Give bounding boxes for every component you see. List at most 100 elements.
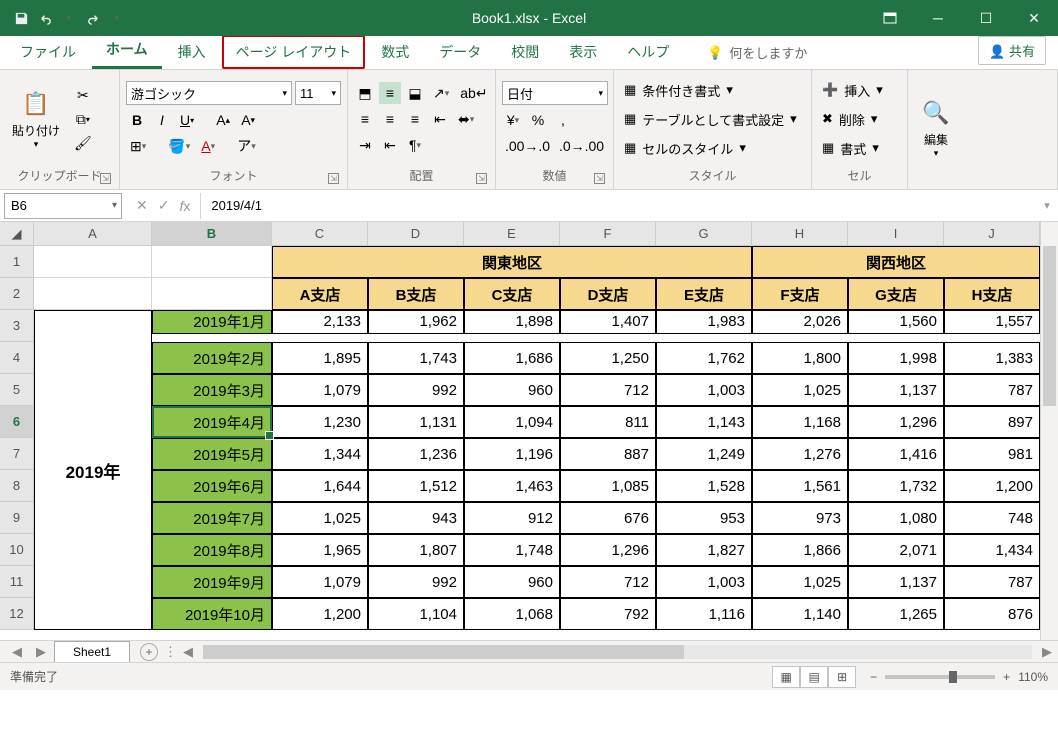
- cell[interactable]: 973: [752, 502, 848, 534]
- cell[interactable]: 2019年7月: [152, 502, 272, 534]
- align-center-icon[interactable]: ≡: [379, 108, 401, 130]
- col-header-J[interactable]: J: [944, 222, 1040, 246]
- scroll-left-icon[interactable]: ◀: [183, 644, 193, 660]
- undo-dropdown[interactable]: [60, 9, 78, 27]
- sheet-tab[interactable]: Sheet1: [54, 641, 130, 662]
- cell[interactable]: 1,434: [944, 534, 1040, 566]
- cell[interactable]: 1,137: [848, 566, 944, 598]
- insert-cells-button[interactable]: ➕挿入 ▾: [818, 79, 887, 102]
- cell[interactable]: 1,168: [752, 406, 848, 438]
- shrink-font-button[interactable]: A▾: [237, 109, 259, 131]
- column-headers[interactable]: ABCDEFGHIJ: [34, 222, 1040, 246]
- cell[interactable]: 1,079: [272, 566, 368, 598]
- cell[interactable]: 1,762: [656, 342, 752, 374]
- cell[interactable]: 1,898: [464, 310, 560, 334]
- cell[interactable]: 1,407: [560, 310, 656, 334]
- row-header-4[interactable]: 4: [0, 342, 33, 374]
- close-icon[interactable]: ✕: [1010, 0, 1058, 36]
- increase-decimal-icon[interactable]: .00→.0: [502, 135, 553, 157]
- cancel-formula-icon[interactable]: ✕: [136, 197, 148, 214]
- cell[interactable]: 1,236: [368, 438, 464, 470]
- cell[interactable]: 1,512: [368, 470, 464, 502]
- col-header-I[interactable]: I: [848, 222, 944, 246]
- tell-me[interactable]: 💡何をしますか: [707, 36, 807, 69]
- tab-formulas[interactable]: 数式: [367, 35, 423, 69]
- conditional-formatting-button[interactable]: ▦条件付き書式 ▾: [620, 79, 801, 102]
- italic-button[interactable]: I: [151, 109, 173, 131]
- cell[interactable]: 876: [944, 598, 1040, 630]
- select-all-corner[interactable]: ◢: [0, 222, 34, 246]
- cell[interactable]: G支店: [848, 278, 944, 310]
- cell[interactable]: 1,196: [464, 438, 560, 470]
- cell[interactable]: 1,296: [560, 534, 656, 566]
- decrease-indent-icon[interactable]: ⇤: [429, 108, 451, 130]
- wrap-text-icon[interactable]: ab↵: [456, 82, 491, 104]
- row-header-1[interactable]: 1: [0, 246, 33, 278]
- format-as-table-button[interactable]: ▦テーブルとして書式設定 ▾: [620, 108, 801, 131]
- cell[interactable]: H支店: [944, 278, 1040, 310]
- cell[interactable]: [34, 246, 152, 278]
- tab-split-icon[interactable]: ⋮: [158, 644, 183, 660]
- cell[interactable]: 1,003: [656, 374, 752, 406]
- cell[interactable]: 2019年2月: [152, 342, 272, 374]
- ribbon-display-icon[interactable]: [866, 0, 914, 36]
- expand-formula-icon[interactable]: ▾: [1036, 199, 1058, 212]
- cell[interactable]: 1,800: [752, 342, 848, 374]
- cell[interactable]: 960: [464, 374, 560, 406]
- cell[interactable]: 1,250: [560, 342, 656, 374]
- rtl-icon[interactable]: ¶: [404, 134, 426, 156]
- cell[interactable]: B支店: [368, 278, 464, 310]
- cell[interactable]: 1,983: [656, 310, 752, 334]
- format-painter-icon[interactable]: 🖌: [70, 132, 96, 154]
- cell[interactable]: 1,644: [272, 470, 368, 502]
- row-header-8[interactable]: 8: [0, 470, 33, 502]
- row-header-12[interactable]: 12: [0, 598, 33, 630]
- cell[interactable]: [34, 278, 152, 310]
- cell[interactable]: 1,025: [752, 374, 848, 406]
- border-button[interactable]: ⊞: [126, 135, 150, 157]
- cell[interactable]: 1,200: [944, 470, 1040, 502]
- col-header-H[interactable]: H: [752, 222, 848, 246]
- cell[interactable]: 2019年8月: [152, 534, 272, 566]
- decrease-decimal-icon[interactable]: .0→.00: [556, 135, 607, 157]
- phonetic-button[interactable]: ア: [233, 135, 260, 157]
- cell[interactable]: 712: [560, 374, 656, 406]
- cell[interactable]: 787: [944, 566, 1040, 598]
- dialog-launcher-icon[interactable]: ⇲: [100, 173, 111, 184]
- cell[interactable]: 1,137: [848, 374, 944, 406]
- align-bottom-icon[interactable]: ⬓: [404, 82, 426, 104]
- cell[interactable]: 1,276: [752, 438, 848, 470]
- grow-font-button[interactable]: A▴: [212, 109, 234, 131]
- row-header-11[interactable]: 11: [0, 566, 33, 598]
- tab-file[interactable]: ファイル: [6, 35, 90, 69]
- fx-icon[interactable]: fx: [179, 198, 190, 214]
- cell-styles-button[interactable]: ▦セルのスタイル ▾: [620, 137, 801, 160]
- cell[interactable]: 748: [944, 502, 1040, 534]
- cell[interactable]: 1,143: [656, 406, 752, 438]
- font-name-combo[interactable]: 游ゴシック▾: [126, 81, 292, 105]
- cell[interactable]: 1,344: [272, 438, 368, 470]
- cell[interactable]: 887: [560, 438, 656, 470]
- underline-button[interactable]: U▾: [176, 109, 198, 131]
- cell[interactable]: 1,962: [368, 310, 464, 334]
- tab-page-layout[interactable]: ページ レイアウト: [222, 35, 366, 69]
- cell[interactable]: 1,104: [368, 598, 464, 630]
- tab-help[interactable]: ヘルプ: [613, 35, 683, 69]
- cut-icon[interactable]: ✂: [70, 84, 96, 106]
- zoom-out-icon[interactable]: −: [870, 670, 877, 684]
- align-right-icon[interactable]: ≡: [404, 108, 426, 130]
- cell[interactable]: 1,895: [272, 342, 368, 374]
- cell[interactable]: 関西地区: [752, 246, 1040, 278]
- horizontal-scrollbar[interactable]: [203, 645, 1032, 659]
- cell[interactable]: 1,080: [848, 502, 944, 534]
- cell[interactable]: 1,068: [464, 598, 560, 630]
- cell[interactable]: D支店: [560, 278, 656, 310]
- merge-icon[interactable]: ⬌: [454, 108, 478, 130]
- undo-icon[interactable]: [36, 9, 54, 27]
- cell[interactable]: 1,561: [752, 470, 848, 502]
- currency-icon[interactable]: ¥: [502, 109, 524, 131]
- delete-cells-button[interactable]: ✖削除 ▾: [818, 108, 887, 131]
- dialog-launcher-icon[interactable]: ⇲: [328, 173, 339, 184]
- cell[interactable]: 2019年3月: [152, 374, 272, 406]
- zoom-level[interactable]: 110%: [1018, 670, 1048, 684]
